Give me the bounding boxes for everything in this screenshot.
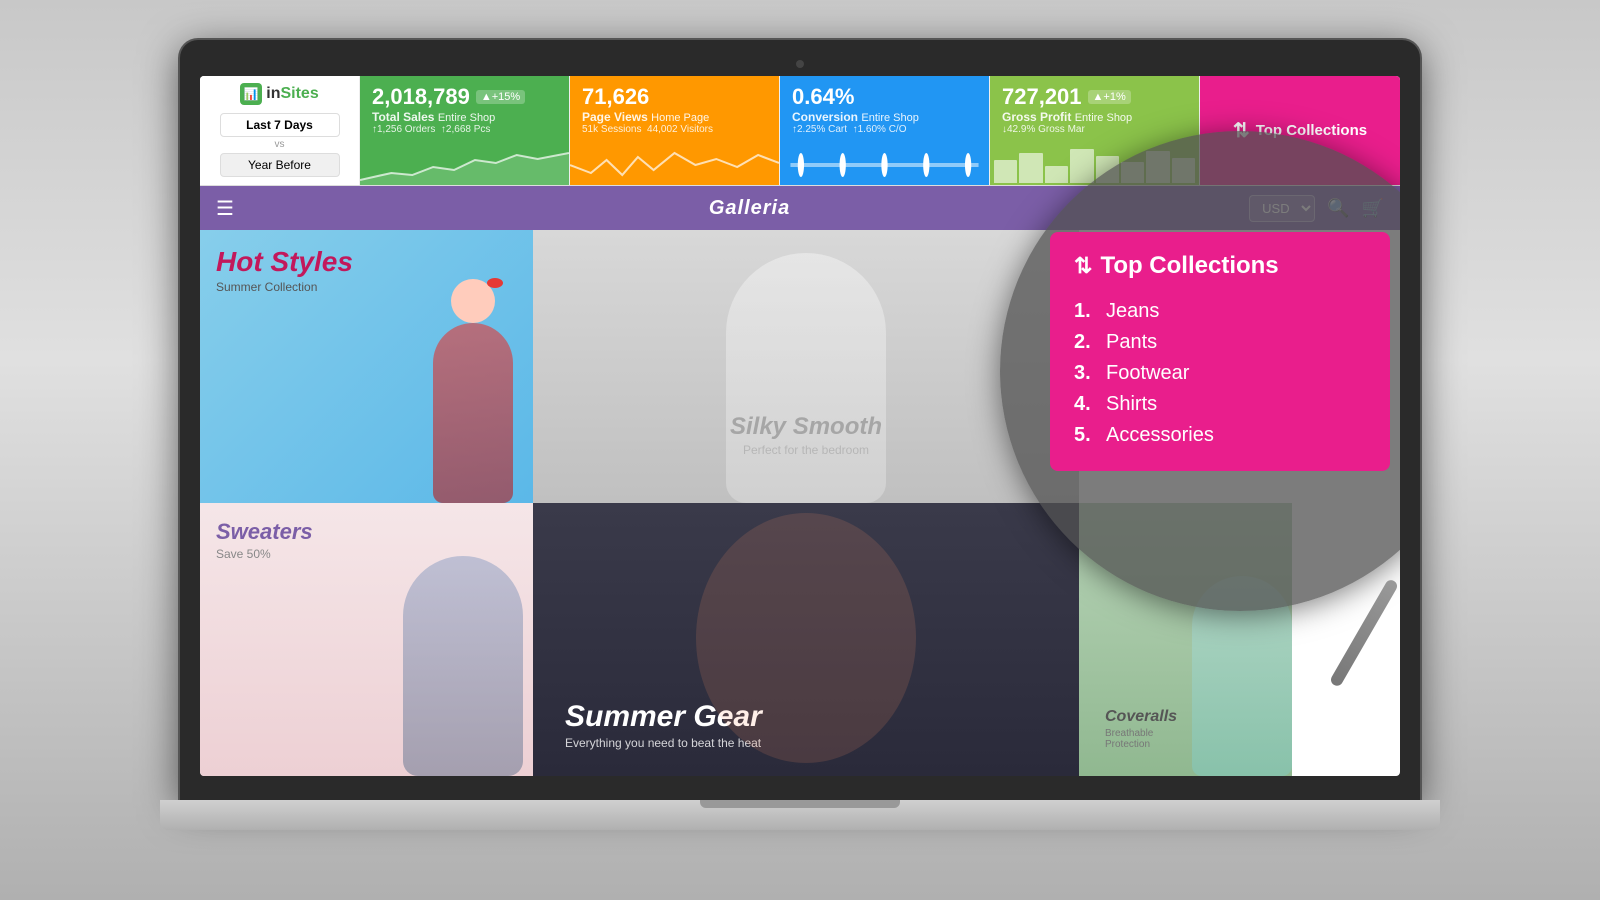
total-sales-value: 2,018,789 <box>372 84 470 110</box>
coveralls-title: Coveralls <box>1105 708 1177 726</box>
top-collections-popup: ⇅ Top Collections 1. Jeans 2. Pants <box>1050 232 1390 471</box>
insites-logo-section: 📊 inSites Last 7 Days vs Year Before <box>200 76 360 185</box>
total-sales-badge: ▲+15% <box>476 90 525 104</box>
sweaters-banner: Sweaters Save 50% <box>200 503 533 776</box>
silky-smooth-banner: Silky Smooth Perfect for the bedroom <box>533 230 1079 503</box>
coveralls-subtitle: BreathableProtection <box>1105 728 1177 750</box>
laptop-base <box>160 800 1440 830</box>
top-collections-list: 1. Jeans 2. Pants 3. Footwear 4. <box>1074 296 1366 451</box>
page-views-label: Page Views Home Page <box>582 110 767 124</box>
list-item: 3. Footwear <box>1074 358 1366 389</box>
sweaters-text: Sweaters Save 50% <box>200 503 329 577</box>
laptop: 📊 inSites Last 7 Days vs Year Before 2,0… <box>160 40 1440 860</box>
vs-text: vs <box>275 140 285 150</box>
total-sales-label: Total Sales Entire Shop <box>372 110 557 124</box>
list-item: 2. Pants <box>1074 327 1366 358</box>
conversion-label: Conversion Entire Shop <box>792 110 977 124</box>
year-before-button[interactable]: Year Before <box>220 153 340 177</box>
hamburger-menu-icon[interactable]: ☰ <box>216 196 234 221</box>
conversion-chart <box>780 145 989 185</box>
gross-profit-label: Gross Profit Entire Shop <box>1002 110 1187 124</box>
top-collections-popup-title: ⇅ Top Collections <box>1074 252 1366 280</box>
conversion-value: 0.64% <box>792 84 854 109</box>
gross-profit-sub: ↓42.9% Gross Mar <box>1002 124 1187 135</box>
insites-brand-icon: 📊 <box>240 83 262 105</box>
page-views-chart <box>570 145 779 185</box>
insites-brand-text: inSites <box>266 85 318 103</box>
last-7-days-button[interactable]: Last 7 Days <box>220 113 340 137</box>
laptop-screen: 📊 inSites Last 7 Days vs Year Before 2,0… <box>200 76 1400 776</box>
page-views-sub: 51k Sessions 44,002 Visitors <box>582 124 767 135</box>
hot-styles-text: Hot Styles Summer Collection <box>200 230 369 310</box>
total-sales-sub: ↑1,256 Orders ↑2,668 Pcs <box>372 124 557 135</box>
coveralls-text: Coveralls BreathableProtection <box>1089 692 1193 766</box>
page-views-card: 71,626 Page Views Home Page 51k Sessions… <box>570 76 780 185</box>
total-sales-chart <box>360 145 569 185</box>
list-item: 1. Jeans <box>1074 296 1366 327</box>
conversion-sub: ↑2.25% Cart ↑1.60% C/O <box>792 124 977 135</box>
hot-styles-subtitle: Summer Collection <box>216 280 353 294</box>
insites-brand: 📊 inSites <box>240 83 318 105</box>
hot-styles-title: Hot Styles <box>216 246 353 278</box>
summer-gear-banner: Summer Gear Everything you need to beat … <box>533 503 1079 776</box>
gross-profit-value: 727,201 <box>1002 84 1082 110</box>
sweaters-subtitle: Save 50% <box>216 547 313 561</box>
total-sales-card: 2,018,789 ▲+15% Total Sales Entire Shop … <box>360 76 570 185</box>
list-item: 4. Shirts <box>1074 389 1366 420</box>
summer-gear-subtitle: Everything you need to beat the heat <box>565 736 762 750</box>
sweaters-title: Sweaters <box>216 519 313 545</box>
conversion-card: 0.64% Conversion Entire Shop ↑2.25% Cart… <box>780 76 990 185</box>
list-item: 5. Accessories <box>1074 420 1366 451</box>
tc-icon: ⇅ <box>1074 253 1092 279</box>
laptop-camera <box>796 60 804 68</box>
screen-bezel: 📊 inSites Last 7 Days vs Year Before 2,0… <box>180 40 1420 800</box>
page-views-value: 71,626 <box>582 84 649 109</box>
gross-profit-badge: ▲+1% <box>1088 90 1131 104</box>
hot-styles-banner: Hot Styles Summer Collection <box>200 230 533 503</box>
